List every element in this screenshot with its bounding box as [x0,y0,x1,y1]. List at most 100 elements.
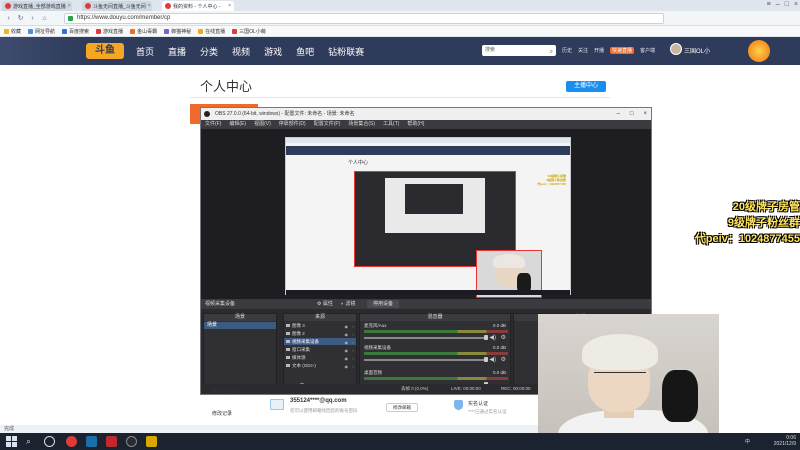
source-item[interactable]: 媒体源 ◉ ▫ [284,354,356,361]
slider-knob[interactable] [484,357,488,362]
browser-tab[interactable]: 游戏直播_全部游戏直播 × [2,1,72,11]
minimize-icon[interactable]: – [617,108,620,120]
eye-icon[interactable]: ◉ [345,347,349,354]
home-icon[interactable]: ⌂ [40,14,49,23]
history-button[interactable]: 历史 [562,47,572,54]
bookmark-item[interactable]: 百度搜索 [62,28,89,35]
bookmark-item[interactable]: 三国OL小萌 [232,28,266,35]
steam-icon[interactable] [86,436,97,447]
speaker-icon[interactable]: ◀) [489,334,496,341]
avatar[interactable] [670,43,682,55]
nav-league[interactable]: 钻粉联赛 [328,45,364,58]
follow-button[interactable]: 关注 [578,47,588,54]
username[interactable]: 三国OL小 [684,46,710,55]
nav-video[interactable]: 视频 [232,45,250,58]
obs-menubar: 文件(F) 编辑(E) 视图(V) 停靠部件(D) 配置文件(P) 场景集合(S… [201,120,651,129]
lock-icon[interactable]: ▫ [353,323,354,330]
start-live-button[interactable]: 开播 [594,47,604,54]
maximize-icon[interactable]: □ [630,108,634,120]
source-item[interactable]: 图像 2 ◉ ▫ [284,330,356,337]
close-window-icon[interactable]: × [643,108,647,120]
menu-tools[interactable]: 工具(T) [383,120,399,129]
change-email-button[interactable]: 修改邮箱 [386,403,418,412]
bookmark-item[interactable]: 在线直播 [198,28,225,35]
camera-icon [286,340,290,343]
menu-docks[interactable]: 停靠部件(D) [279,120,306,129]
menu-scene-collection[interactable]: 场景集合(S) [348,120,375,129]
volume-slider[interactable] [364,335,488,340]
nav-live[interactable]: 直播 [168,45,186,58]
menu-edit[interactable]: 编辑(E) [229,120,246,129]
input-language[interactable]: 中 [745,438,750,445]
url-input[interactable]: https://www.douyu.com/member/cp [64,13,664,24]
source-item[interactable]: 图像 3 ◉ ▫ [284,322,356,329]
back-icon[interactable]: ‹ [4,14,13,23]
close-tab-icon[interactable]: × [226,3,231,9]
site-search-input[interactable]: 搜索 ⌕ [482,45,556,56]
menu-file[interactable]: 文件(F) [205,120,221,129]
close-tab-icon[interactable]: × [146,3,151,9]
eye-icon[interactable]: ◉ [345,363,349,370]
bookmark-item[interactable]: 金山毒霸 [130,28,157,35]
minimize-icon[interactable]: – [776,1,780,8]
task-view-icon[interactable] [44,436,55,447]
bookmark-icon [28,28,34,34]
mixer-channel-db: 0.0 dB [492,370,506,375]
slider-knob[interactable] [484,335,488,340]
app-icon[interactable] [106,436,117,447]
nav-home[interactable]: 首页 [136,45,154,58]
nav-yuba[interactable]: 鱼吧 [296,45,314,58]
lock-icon[interactable]: ▫ [353,339,354,346]
source-item[interactable]: 文本 (GDI+) ◉ ▫ [284,362,356,369]
douyu-logo[interactable]: 斗鱼 [86,43,124,59]
menu-profile[interactable]: 配置文件(P) [314,120,341,129]
maximize-icon[interactable]: □ [785,1,789,8]
quick-live-button[interactable]: 快速直播 [610,47,635,54]
windows-start-icon[interactable] [6,436,17,447]
scene-item[interactable]: 场景 [204,322,276,329]
event-badge-icon[interactable] [748,40,770,62]
eye-icon[interactable]: ◉ [345,331,349,338]
lock-icon[interactable]: ▫ [353,363,354,370]
gear-icon[interactable]: ⚙ [501,334,506,341]
obs-preview[interactable]: 个人中心 20级牌子房管 9级牌子粉丝群 代peiv：1024877455 [201,129,651,299]
lock-icon[interactable]: ▫ [353,331,354,338]
menu-icon[interactable]: ≡ [767,1,771,8]
obs-app-icon[interactable] [126,436,137,447]
menu-view[interactable]: 视图(V) [254,120,271,129]
bookmark-item[interactable]: 游戏直播 [96,28,123,35]
browser-tab[interactable]: 斗鱼无间直播_斗鱼无间 × [82,1,152,11]
eye-icon[interactable]: ◉ [345,323,349,330]
bookmark-item[interactable]: 收藏 [4,28,21,35]
bookmark-item[interactable]: 网址导航 [28,28,55,35]
client-button[interactable]: 客户端 [640,47,655,54]
gear-icon[interactable]: ⚙ [501,356,506,363]
nav-category[interactable]: 分类 [200,45,218,58]
filters-button[interactable]: ◐ 滤镜 [341,299,355,309]
eye-icon[interactable]: ◉ [345,355,349,362]
deactivate-button[interactable]: 停用设备 [367,300,400,308]
lock-icon[interactable]: ▫ [353,347,354,354]
close-window-icon[interactable]: × [794,1,798,8]
eye-icon[interactable]: ◉ [345,339,349,346]
search-icon[interactable]: ⌕ [26,436,37,447]
anchor-center-button[interactable]: 主播中心 [566,81,606,92]
lock-icon[interactable]: ▫ [353,355,354,362]
forward-icon[interactable]: › [28,14,37,23]
bookmark-item[interactable]: 御猫神秘 [164,28,191,35]
browser-tab-active[interactable]: 我的资料 - 个人中心 - × [162,1,234,11]
search-icon[interactable]: ⌕ [550,47,553,58]
source-item[interactable]: 窗口采集 ◉ ▫ [284,346,356,353]
properties-button[interactable]: ⚙ 属性 [317,299,333,309]
close-tab-icon[interactable]: × [66,3,71,9]
source-item-selected[interactable]: 视频采集设备 ◉ ▫ [284,338,356,345]
nav-games[interactable]: 游戏 [264,45,282,58]
menu-help[interactable]: 帮助(H) [407,120,424,129]
browser-app-icon[interactable] [66,436,77,447]
speaker-icon[interactable]: ◀) [489,356,496,363]
volume-slider[interactable] [364,357,488,362]
system-clock[interactable]: 0:06 2021/12/9 [774,435,796,447]
app-icon[interactable] [146,436,157,447]
refresh-icon[interactable]: ↻ [16,14,25,23]
header-actions: 历史 关注 开播 快速直播 客户端 [562,47,655,54]
